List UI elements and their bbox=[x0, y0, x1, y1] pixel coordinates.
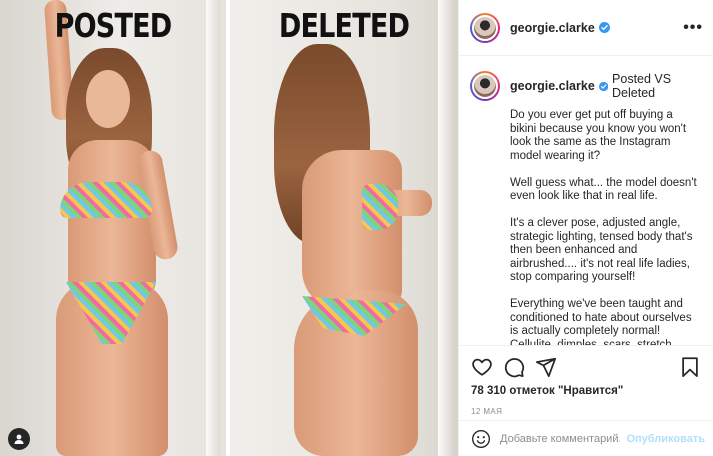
header-username[interactable]: georgie.clarke bbox=[510, 21, 595, 35]
verified-badge-icon bbox=[598, 22, 610, 33]
post-actions: 78 310 отметок "Нравится" 12 МАЯ bbox=[459, 345, 713, 416]
action-icon-row bbox=[471, 356, 701, 378]
bookmark-icon[interactable] bbox=[679, 356, 701, 378]
caption-paragraph: Everything we've been taught and conditi… bbox=[510, 298, 692, 345]
likes-count[interactable]: 78 310 отметок "Нравится" bbox=[471, 385, 701, 397]
comment-icon[interactable] bbox=[503, 356, 525, 378]
more-options-icon[interactable]: ••• bbox=[683, 19, 703, 37]
caption-paragraph: Well guess what... the model doesn't eve… bbox=[510, 176, 697, 203]
emoji-icon[interactable] bbox=[471, 429, 491, 449]
photo-panel-deleted: DELETED bbox=[230, 0, 458, 456]
posted-label: POSTED bbox=[54, 6, 173, 45]
caption-username[interactable]: georgie.clarke bbox=[510, 79, 595, 93]
deleted-label: DELETED bbox=[278, 6, 410, 45]
caption-text: Do you ever get put off buying a bikini … bbox=[510, 109, 701, 345]
avatar[interactable] bbox=[470, 12, 500, 43]
caption-avatar[interactable] bbox=[470, 71, 500, 101]
caption-paragraph: Do you ever get put off buying a bikini … bbox=[510, 109, 687, 162]
caption-scroll-area[interactable]: georgie.clarke Posted VS Deleted Do you … bbox=[459, 57, 713, 345]
caption-paragraph: It's a clever pose, adjusted angle, stra… bbox=[510, 217, 693, 283]
caption-title: Posted VS Deleted bbox=[612, 72, 672, 100]
caption-header: georgie.clarke Posted VS Deleted bbox=[470, 71, 701, 101]
photo-panel-posted: POSTED bbox=[0, 0, 226, 456]
post-side-column: georgie.clarke ••• georgie.clarke Posted… bbox=[458, 0, 713, 456]
comment-form: Опубликовать bbox=[459, 420, 713, 456]
comment-input[interactable] bbox=[500, 432, 620, 445]
verified-badge-icon bbox=[598, 81, 609, 91]
publish-button[interactable]: Опубликовать bbox=[626, 433, 705, 445]
heart-icon[interactable] bbox=[471, 356, 493, 378]
post-header: georgie.clarke ••• bbox=[459, 0, 713, 56]
model-figure-deleted bbox=[230, 0, 458, 456]
post-date[interactable]: 12 МАЯ bbox=[471, 407, 701, 416]
share-icon[interactable] bbox=[535, 356, 557, 378]
model-figure-posted bbox=[0, 0, 226, 456]
post-photo[interactable]: POSTED DELETED bbox=[0, 0, 458, 456]
tagged-users-icon[interactable] bbox=[8, 428, 30, 450]
